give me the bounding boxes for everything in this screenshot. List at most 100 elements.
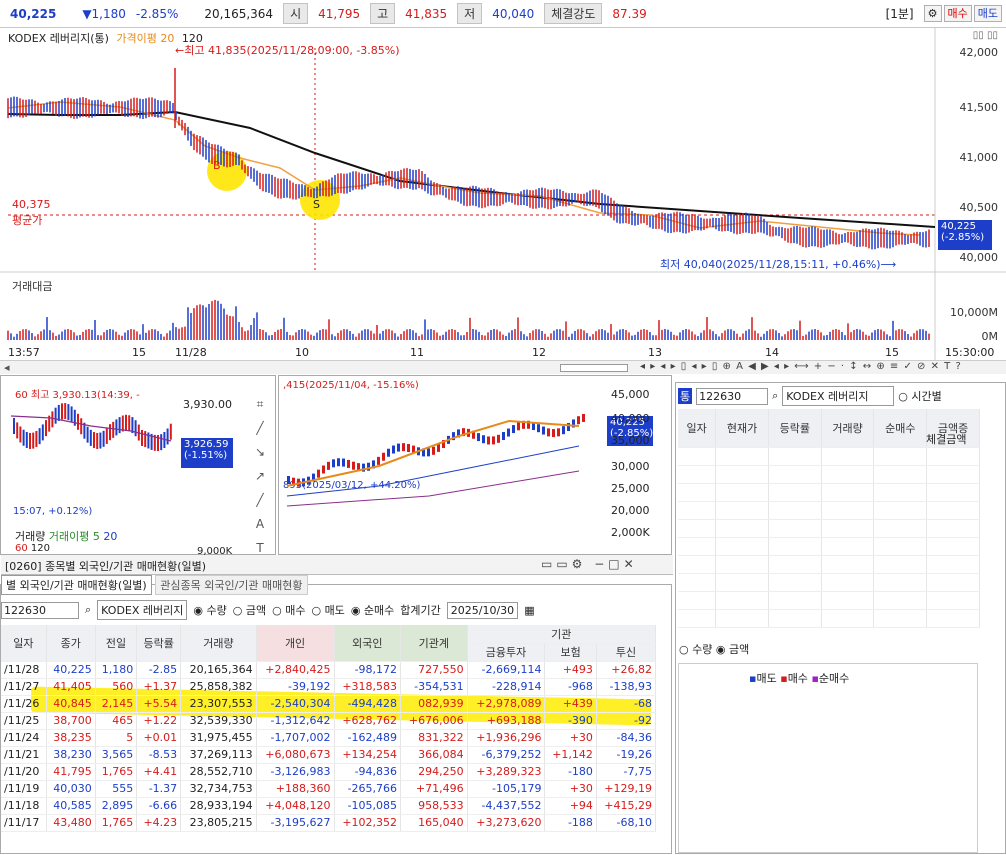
scroll-thumb[interactable] — [560, 364, 628, 372]
radio-time[interactable]: ○ 시간별 — [898, 388, 941, 404]
table-cell: -7,75 — [596, 763, 656, 781]
table-cell: 40,845 — [46, 695, 96, 713]
code-input[interactable]: 122630 — [1, 601, 79, 619]
table-cell: /11/20 — [1, 763, 47, 781]
right-empty-cell — [715, 591, 769, 610]
table-cell: +2,840,425 — [256, 661, 335, 679]
right-col: 일자 — [678, 409, 717, 448]
right-empty-cell — [768, 465, 822, 484]
x-tick: 13 — [648, 346, 662, 359]
scroll-left-icon[interactable]: ◂ — [4, 361, 10, 374]
table-cell: -390 — [544, 712, 597, 730]
table-cell: 560 — [95, 678, 138, 696]
table-cell: -1,707,002 — [256, 729, 335, 747]
table-cell: +676,006 — [400, 712, 468, 730]
right-name-field[interactable]: KODEX 레버리지 — [782, 386, 895, 406]
table-cell: -94,836 — [334, 763, 402, 781]
radio-quantity[interactable]: ◉ 수량 — [193, 602, 226, 618]
gear-icon[interactable]: ⚙ — [923, 5, 942, 22]
right-empty-cell — [678, 465, 717, 484]
table-cell: 20,165,364 — [180, 661, 257, 679]
tab-daily[interactable]: 별 외국인/기관 매매현황(일별) — [1, 575, 152, 595]
right-empty-cell — [678, 483, 717, 502]
x-tick: 13:57 — [8, 346, 40, 359]
daily-candle — [517, 422, 520, 431]
radio-net[interactable]: ◉ 순매수 — [351, 602, 394, 618]
table-cell: -228,914 — [467, 678, 546, 696]
table-cell: +94 — [544, 797, 597, 815]
table-cell: +0.01 — [136, 729, 182, 747]
table-cell: 1,765 — [95, 763, 138, 781]
table-cell: -162,489 — [334, 729, 402, 747]
index-mini-chart[interactable]: 60 최고 3,930.13(14:39, - 3,930.00 3,926.5… — [0, 375, 276, 557]
table-row[interactable]: /11/28 40,225 1,180 -2.85 20,165,364 +2,840,4… — [1, 661, 656, 679]
right-empty-cell — [873, 591, 928, 610]
svg-text:S: S — [313, 198, 320, 211]
right-empty-cell — [715, 501, 769, 520]
sell-button[interactable]: 매도 — [973, 5, 1002, 22]
table-row[interactable]: /11/27 41,405 560 +1.37 25,858,382 -39,192 +31… — [1, 678, 656, 696]
table-cell: 2,895 — [95, 797, 138, 815]
table-cell: +1.37 — [136, 678, 182, 696]
right-empty-cell — [715, 555, 769, 574]
table-cell: +415,29 — [596, 797, 656, 815]
tab-bar[interactable]: 별 외국인/기관 매매현황(일별) 관심종목 외국인/기관 매매현황 — [1, 575, 308, 595]
high-label: 고 — [370, 3, 396, 24]
table-row[interactable]: /11/20 41,795 1,765 +4.41 28,552,710 -3,126,9… — [1, 763, 656, 781]
daily-candle — [342, 458, 345, 467]
col-individual: 개인 — [256, 625, 335, 662]
right-empty-cell — [768, 555, 822, 574]
open-price: 41,795 — [318, 6, 361, 21]
chart-scrollbar[interactable]: ◂ ◂ ▸ ◂ ▸ ▯ ◂ ▸ ▯ ⊕ A ◀ ▶ ◂ ▸ ⟷ + − · ↕ … — [0, 360, 1006, 374]
right-options[interactable]: ○ 수량 ◉ 금액 — [679, 641, 749, 657]
calendar-icon[interactable]: ▦ — [524, 604, 534, 617]
table-row[interactable]: /11/17 43,480 1,765 +4.23 23,805,215 -3,195,6… — [1, 814, 656, 832]
table-row[interactable]: /11/25 38,700 465 +1.22 32,539,330 -1,312,642… — [1, 712, 656, 730]
right-empty-cell — [873, 447, 928, 466]
index-tick: 3,930.00 — [183, 398, 232, 411]
right-search-icon[interactable]: ⌕ — [772, 389, 778, 403]
table-row[interactable]: /11/24 38,235 5 +0.01 31,975,455 -1,707,002 -1… — [1, 729, 656, 747]
right-empty-cell — [821, 483, 875, 502]
daily-candle — [492, 436, 495, 445]
table-row[interactable]: /11/19 40,030 555 -1.37 32,734,753 +188,360 -2… — [1, 780, 656, 798]
buy-button[interactable]: 매수 — [943, 5, 972, 22]
table-cell: -2,669,114 — [467, 661, 546, 679]
search-icon[interactable]: ⌕ — [85, 603, 91, 617]
table-cell: /11/19 — [1, 780, 47, 798]
right-empty-cell — [768, 573, 822, 592]
radio-amount[interactable]: ○ 금액 — [233, 602, 266, 618]
tab-watchlist[interactable]: 관심종목 외국인/기관 매매현황 — [155, 575, 308, 595]
right-empty-cell — [768, 591, 822, 610]
intraday-chart[interactable]: KODEX 레버리지(통) 가격이평 20 120 ▯▯ ▯▯ ←최고 41,8… — [0, 28, 1006, 374]
daily-candle — [377, 456, 380, 465]
right-empty-cell — [926, 447, 980, 466]
table-cell: 40,030 — [46, 780, 96, 798]
right-empty-cell — [821, 447, 875, 466]
time-panel: 통 122630 ⌕ KODEX 레버리지 ○ 시간별 일자 현재가 등락률 거래량 순… — [675, 382, 1006, 854]
table-cell: 23,307,553 — [180, 695, 257, 713]
chart-toolbar-icons[interactable]: ◂ ▸ ◂ ▸ ▯ ◂ ▸ ▯ ⊕ A ◀ ▶ ◂ ▸ ⟷ + − · ↕ ↔ … — [640, 361, 962, 372]
drawing-toolbar[interactable]: ⌗ ╱ ↘ ↗ ╱ A T — [249, 392, 271, 555]
table-row[interactable]: /11/26 40,845 2,145 +5.54 23,307,553 -2,540,3… — [1, 695, 656, 713]
date-input[interactable]: 2025/10/30 — [446, 601, 519, 619]
right-empty-cell — [821, 609, 875, 628]
right-empty-cell — [715, 573, 769, 592]
window-controls[interactable]: ▭▭⚙ −□✕ — [541, 557, 638, 571]
right-code-input[interactable]: 122630 — [696, 387, 769, 405]
daily-mini-chart[interactable]: ,415(2025/11/04, -15.16%) 895(2025/03/12… — [278, 375, 672, 555]
strength-label: 체결강도 — [544, 3, 603, 24]
radio-sell[interactable]: ○ 매도 — [311, 602, 344, 618]
right-empty-row — [678, 537, 980, 556]
interval-label[interactable]: [1분] — [886, 5, 914, 22]
right-col-sub: 체결금액 — [926, 433, 967, 446]
right-empty-cell — [873, 519, 928, 538]
table-cell: -3,195,627 — [256, 814, 335, 832]
radio-buy[interactable]: ○ 매수 — [272, 602, 305, 618]
table-cell: +1,936,296 — [467, 729, 546, 747]
table-cell: 41,795 — [46, 763, 96, 781]
current-price-tag: 40,225 (-2.85%) — [938, 220, 992, 250]
table-row[interactable]: /11/21 38,230 3,565 -8.53 37,269,113 +6,080,6… — [1, 746, 656, 764]
stock-name-field[interactable]: KODEX 레버리지 — [97, 600, 188, 620]
table-row[interactable]: /11/18 40,585 2,895 -6.66 28,933,194 +4,048,1… — [1, 797, 656, 815]
